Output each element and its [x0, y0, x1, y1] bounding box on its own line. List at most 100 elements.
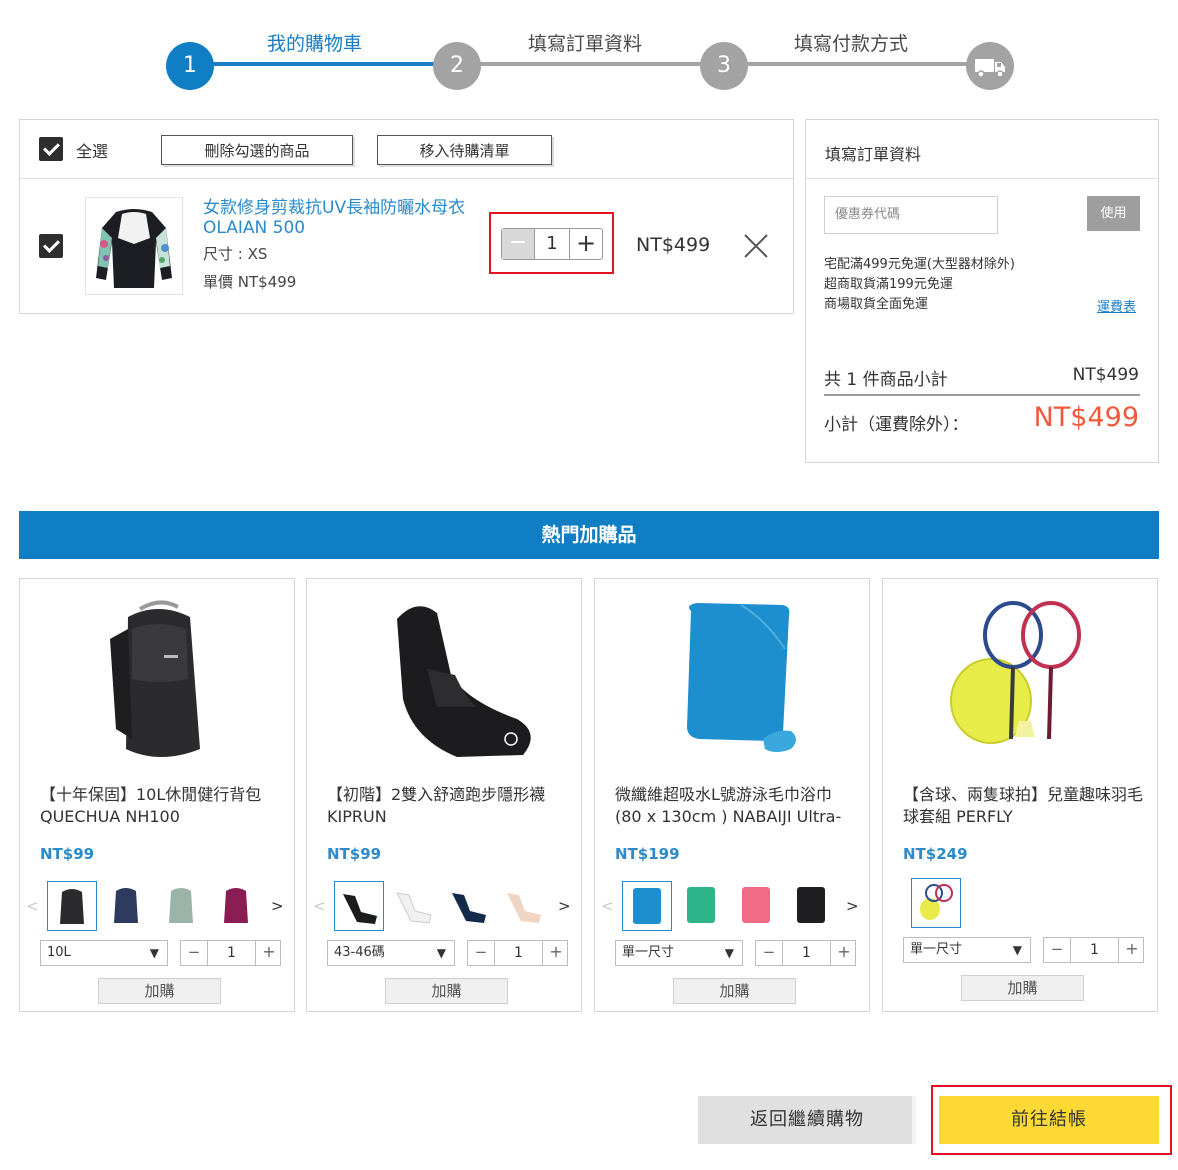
variant-select[interactable]: 10L ▼ — [40, 940, 168, 966]
addon-name[interactable]: 【含球、兩隻球拍】兒童趣味羽毛球套組 PERFLY — [903, 784, 1143, 828]
cart-item-price: NT$499 — [636, 234, 711, 256]
remove-item-icon[interactable] — [742, 232, 772, 262]
shipping-fee-link[interactable]: 運費表 — [1097, 296, 1136, 315]
addon-card-badminton: 【含球、兩隻球拍】兒童趣味羽毛球套組 PERFLY NT$249 單一尺寸 ▼ −… — [882, 578, 1158, 1012]
shipping-note-home: 宅配滿499元免運(大型器材除外) — [824, 257, 1015, 272]
delete-selected-button[interactable]: 刪除勾選的商品 — [161, 135, 353, 165]
apply-coupon-button[interactable]: 使用 — [1087, 196, 1140, 231]
addon-name[interactable]: 【十年保固】10L休閒健行背包 QUECHUA NH100 — [40, 784, 280, 828]
addon-price: NT$199 — [615, 845, 680, 863]
addon-increase-button[interactable]: + — [543, 941, 569, 965]
cart-product-unit-price: 單價 NT$499 — [203, 273, 297, 291]
summary-title: 填寫訂單資料 — [825, 145, 922, 164]
dropdown-arrow-icon: ▼ — [149, 946, 159, 960]
shipping-note-mall: 商場取貨全面免運 — [824, 297, 929, 312]
swatch-next-arrow[interactable]: > — [558, 897, 571, 915]
cart-header: 全選 刪除勾選的商品 移入待購清單 — [20, 120, 793, 179]
cart-panel: 全選 刪除勾選的商品 移入待購清單 女款修身剪裁抗UV長袖防曬水母衣 OLAIA… — [19, 119, 794, 314]
color-swatch[interactable] — [444, 881, 494, 931]
addon-decrease-button[interactable]: − — [468, 941, 494, 965]
cart-quantity-stepper: − 1 + — [501, 228, 603, 260]
color-swatch[interactable] — [157, 881, 207, 931]
addon-increase-button[interactable]: + — [831, 941, 857, 965]
item-checkbox[interactable] — [39, 234, 63, 258]
badminton-set-image[interactable] — [903, 589, 1139, 769]
summary-divider — [806, 178, 1158, 179]
addon-price: NT$99 — [40, 845, 95, 863]
addon-price: NT$99 — [327, 845, 382, 863]
addon-name[interactable]: 微纖維超吸水L號游泳毛巾浴巾 (80 x 130cm ) NABAIJI Ult… — [615, 784, 855, 828]
addon-decrease-button[interactable]: − — [181, 941, 207, 965]
color-swatch[interactable] — [911, 878, 961, 928]
step-line-2 — [457, 62, 724, 66]
backpack-image[interactable] — [40, 589, 276, 769]
addon-quantity-value[interactable]: 1 — [207, 941, 256, 965]
variant-select[interactable]: 單一尺寸 ▼ — [903, 937, 1031, 963]
swatch-prev-arrow[interactable]: < — [601, 897, 614, 915]
color-swatch[interactable] — [47, 881, 97, 931]
quantity-decrease-button[interactable]: − — [502, 229, 534, 259]
color-swatch[interactable] — [499, 881, 549, 931]
addon-quantity-value[interactable]: 1 — [1070, 938, 1119, 962]
add-to-cart-button[interactable]: 加購 — [673, 978, 796, 1004]
swatch-prev-arrow[interactable]: < — [313, 897, 326, 915]
color-swatch[interactable] — [732, 881, 782, 931]
addon-card-backpack: 【十年保固】10L休閒健行背包 QUECHUA NH100 NT$99 < > … — [19, 578, 295, 1012]
cart-product-name[interactable]: 女款修身剪裁抗UV長袖防曬水母衣 OLAIAN 500 — [203, 198, 478, 238]
addon-increase-button[interactable]: + — [256, 941, 282, 965]
subtotal-value: NT$499 — [1033, 402, 1139, 433]
summary-separator — [824, 394, 1140, 396]
swatch-prev-arrow[interactable]: < — [26, 897, 39, 915]
color-swatch[interactable] — [787, 881, 837, 931]
color-swatch[interactable] — [622, 881, 672, 931]
step-line-1 — [190, 62, 457, 66]
quantity-increase-button[interactable]: + — [570, 229, 602, 259]
step-3-circle: 3 — [700, 42, 748, 90]
dropdown-arrow-icon: ▼ — [724, 946, 734, 960]
addon-card-towel: 微纖維超吸水L號游泳毛巾浴巾 (80 x 130cm ) NABAIJI Ult… — [594, 578, 870, 1012]
delivery-truck-icon — [966, 42, 1014, 90]
step-1-label: 我的購物車 — [267, 33, 363, 55]
towel-image[interactable] — [615, 589, 851, 769]
checkout-button[interactable]: 前往結帳 — [939, 1096, 1159, 1144]
quantity-value[interactable]: 1 — [534, 229, 570, 259]
add-to-cart-button[interactable]: 加購 — [98, 978, 221, 1004]
step-1-circle: 1 — [166, 42, 214, 90]
checkout-stepper: 1 我的購物車 2 填寫訂單資料 3 填寫付款方式 — [0, 0, 1178, 100]
select-all-checkbox[interactable] — [39, 137, 63, 161]
hot-addons-banner: 熱門加購品 — [19, 511, 1159, 559]
addon-quantity-value[interactable]: 1 — [782, 941, 831, 965]
dropdown-arrow-icon: ▼ — [1012, 943, 1022, 957]
variant-value: 單一尺寸 — [910, 942, 963, 957]
color-swatch[interactable] — [212, 881, 262, 931]
addon-quantity-stepper: − 1 + — [467, 940, 568, 966]
product-thumbnail[interactable] — [85, 197, 183, 295]
socks-image[interactable] — [327, 589, 563, 769]
dropdown-arrow-icon: ▼ — [436, 946, 446, 960]
variant-select[interactable]: 43-46碼 ▼ — [327, 940, 455, 966]
addon-quantity-value[interactable]: 1 — [494, 941, 543, 965]
item-count-label: 共 1 件商品小計 — [824, 370, 948, 390]
addon-increase-button[interactable]: + — [1119, 938, 1145, 962]
coupon-code-input[interactable]: 優惠券代碼 — [824, 196, 998, 234]
swatch-next-arrow[interactable]: > — [846, 897, 859, 915]
addon-decrease-button[interactable]: − — [756, 941, 782, 965]
variant-value: 43-46碼 — [334, 945, 385, 960]
swatch-next-arrow[interactable]: > — [271, 897, 284, 915]
add-to-cart-button[interactable]: 加購 — [961, 975, 1084, 1001]
shipping-note-store: 超商取貨滿199元免運 — [824, 277, 953, 292]
move-to-wishlist-button[interactable]: 移入待購清單 — [377, 135, 552, 165]
color-swatch[interactable] — [677, 881, 727, 931]
subtotal-label: 小計（運費除外）： — [824, 415, 969, 435]
addon-name[interactable]: 【初階】2雙入舒適跑步隱形襪 KIPRUN — [327, 784, 567, 828]
color-swatch[interactable] — [389, 881, 439, 931]
color-swatch[interactable] — [334, 881, 384, 931]
add-to-cart-button[interactable]: 加購 — [385, 978, 508, 1004]
select-all-label[interactable]: 全選 — [76, 138, 108, 162]
addon-quantity-stepper: − 1 + — [755, 940, 856, 966]
color-swatch[interactable] — [102, 881, 152, 931]
continue-shopping-button[interactable]: 返回繼續購物 — [698, 1096, 916, 1144]
addon-decrease-button[interactable]: − — [1044, 938, 1070, 962]
variant-select[interactable]: 單一尺寸 ▼ — [615, 940, 743, 966]
step-2-circle: 2 — [433, 42, 481, 90]
